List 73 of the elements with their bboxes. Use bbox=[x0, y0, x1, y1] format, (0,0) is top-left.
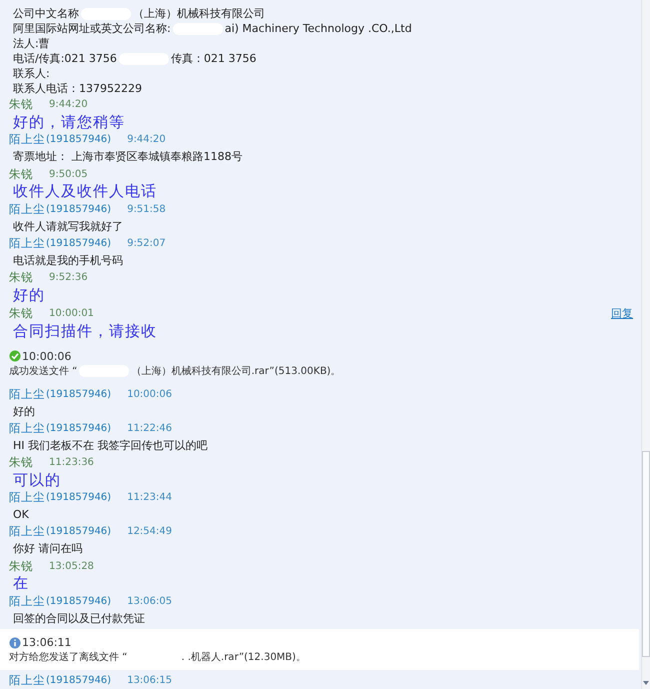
sender-name: 朱锐 bbox=[9, 270, 33, 286]
message-text: 寄票地址： 上海市奉贤区奉城镇奉粮路1188号 bbox=[12, 149, 244, 166]
timestamp: 13:06:11 bbox=[22, 636, 72, 650]
message-text: ai) Machinery Technology .CO.,Ltd bbox=[224, 22, 412, 35]
sender-name: 朱锐 bbox=[9, 166, 33, 182]
message-text: 可以的 bbox=[12, 470, 62, 490]
timestamp: 12:54:49 bbox=[127, 526, 172, 538]
sender-name: 陌上尘 bbox=[9, 202, 45, 218]
sender-name: 朱锐 bbox=[9, 306, 33, 321]
sender-name: 陌上尘 bbox=[9, 594, 45, 610]
message-text: 法人:曹 bbox=[13, 36, 50, 51]
scroll-down-icon[interactable] bbox=[643, 681, 649, 685]
sender-name: 朱锐 bbox=[9, 558, 33, 574]
timestamp: 9:44:20 bbox=[127, 134, 166, 146]
message-text: 好的，请您稍等 bbox=[12, 112, 126, 132]
message-text: OK bbox=[12, 507, 30, 524]
sender-name: 陌上尘 bbox=[9, 132, 45, 148]
timestamp: 13:06:05 bbox=[127, 596, 172, 608]
message-text: （上海）机械科技有限公司 bbox=[133, 6, 265, 21]
message-text: 电话就是我的手机号码 bbox=[12, 253, 124, 270]
message-text: 收件人请就写我就好了 bbox=[12, 219, 124, 236]
sender-name: 陌上尘 bbox=[9, 236, 45, 252]
timestamp: 10:00:01 bbox=[49, 308, 94, 319]
notice-text: （上海）机械科技有限公司.rar”(513.00KB)。 bbox=[131, 364, 341, 378]
timestamp: 9:44:20 bbox=[49, 98, 88, 110]
message-text: 阿里国际站网址或英文公司名称: bbox=[13, 21, 171, 36]
notice-text: 成功发送文件 “ bbox=[9, 364, 78, 378]
timestamp: 11:23:36 bbox=[49, 456, 94, 468]
sender-id: (191857946) bbox=[46, 596, 112, 608]
sender-id: (191857946) bbox=[46, 422, 112, 434]
sender-name: 陌上尘 bbox=[9, 386, 45, 402]
message-text: 公司中文名称 bbox=[13, 6, 79, 21]
reply-link[interactable]: 回复 bbox=[611, 306, 633, 321]
sender-id: (191857946) bbox=[46, 238, 112, 250]
sender-id: (191857946) bbox=[46, 526, 112, 538]
timestamp: 9:52:36 bbox=[49, 272, 88, 284]
sender-id: (191857946) bbox=[46, 492, 112, 504]
timestamp: 11:23:44 bbox=[127, 492, 172, 504]
message-text: 在 bbox=[12, 574, 30, 594]
info-icon bbox=[9, 636, 21, 649]
sender-id: (191857946) bbox=[46, 204, 112, 216]
sender-name: 陌上尘 bbox=[9, 524, 45, 540]
message-text: HI 我们老板不在 我签字回传也可以的吧 bbox=[12, 438, 209, 454]
timestamp: 10:00:06 bbox=[22, 350, 72, 363]
timestamp: 13:06:15 bbox=[127, 675, 172, 686]
message-text: 传真：021 3756 bbox=[170, 51, 256, 66]
timestamp: 10:00:06 bbox=[127, 388, 172, 400]
scrollbar-thumb[interactable] bbox=[642, 451, 650, 657]
message-text: 联系人: bbox=[13, 66, 50, 81]
notice-text: . .机器人.rar”(12.30MB)。 bbox=[181, 650, 306, 664]
message-text: 联系人电话：137952229 bbox=[13, 81, 142, 96]
check-icon bbox=[9, 350, 21, 362]
sender-name: 陌上尘 bbox=[9, 420, 45, 436]
timestamp: 11:22:46 bbox=[127, 422, 172, 434]
message-text: 你好 请问在吗 bbox=[12, 541, 84, 558]
notice-text: 对方给您发送了离线文件 “ bbox=[9, 650, 128, 664]
sender-id: (191857946) bbox=[46, 675, 112, 686]
timestamp: 13:05:28 bbox=[49, 560, 94, 572]
message-text: 好的 bbox=[12, 286, 46, 306]
message-text: 电话/传真:021 3756 bbox=[13, 51, 117, 66]
message-text: 合同扫描件，请接收 bbox=[12, 322, 158, 341]
timestamp: 9:50:05 bbox=[49, 168, 88, 180]
sender-name: 朱锐 bbox=[9, 96, 33, 112]
sender-name: 朱锐 bbox=[9, 454, 33, 470]
sender-name: 陌上尘 bbox=[9, 673, 45, 688]
message-text: 好的 bbox=[12, 404, 36, 420]
message-text: 收件人及收件人电话 bbox=[12, 182, 158, 202]
message-text: 回签的合同以及已付款凭证 bbox=[12, 611, 146, 628]
timestamp: 9:51:58 bbox=[127, 204, 166, 216]
sender-name: 陌上尘 bbox=[9, 490, 45, 506]
sender-id: (191857946) bbox=[46, 388, 112, 400]
sender-id: (191857946) bbox=[46, 134, 112, 146]
timestamp: 9:52:07 bbox=[127, 238, 166, 250]
